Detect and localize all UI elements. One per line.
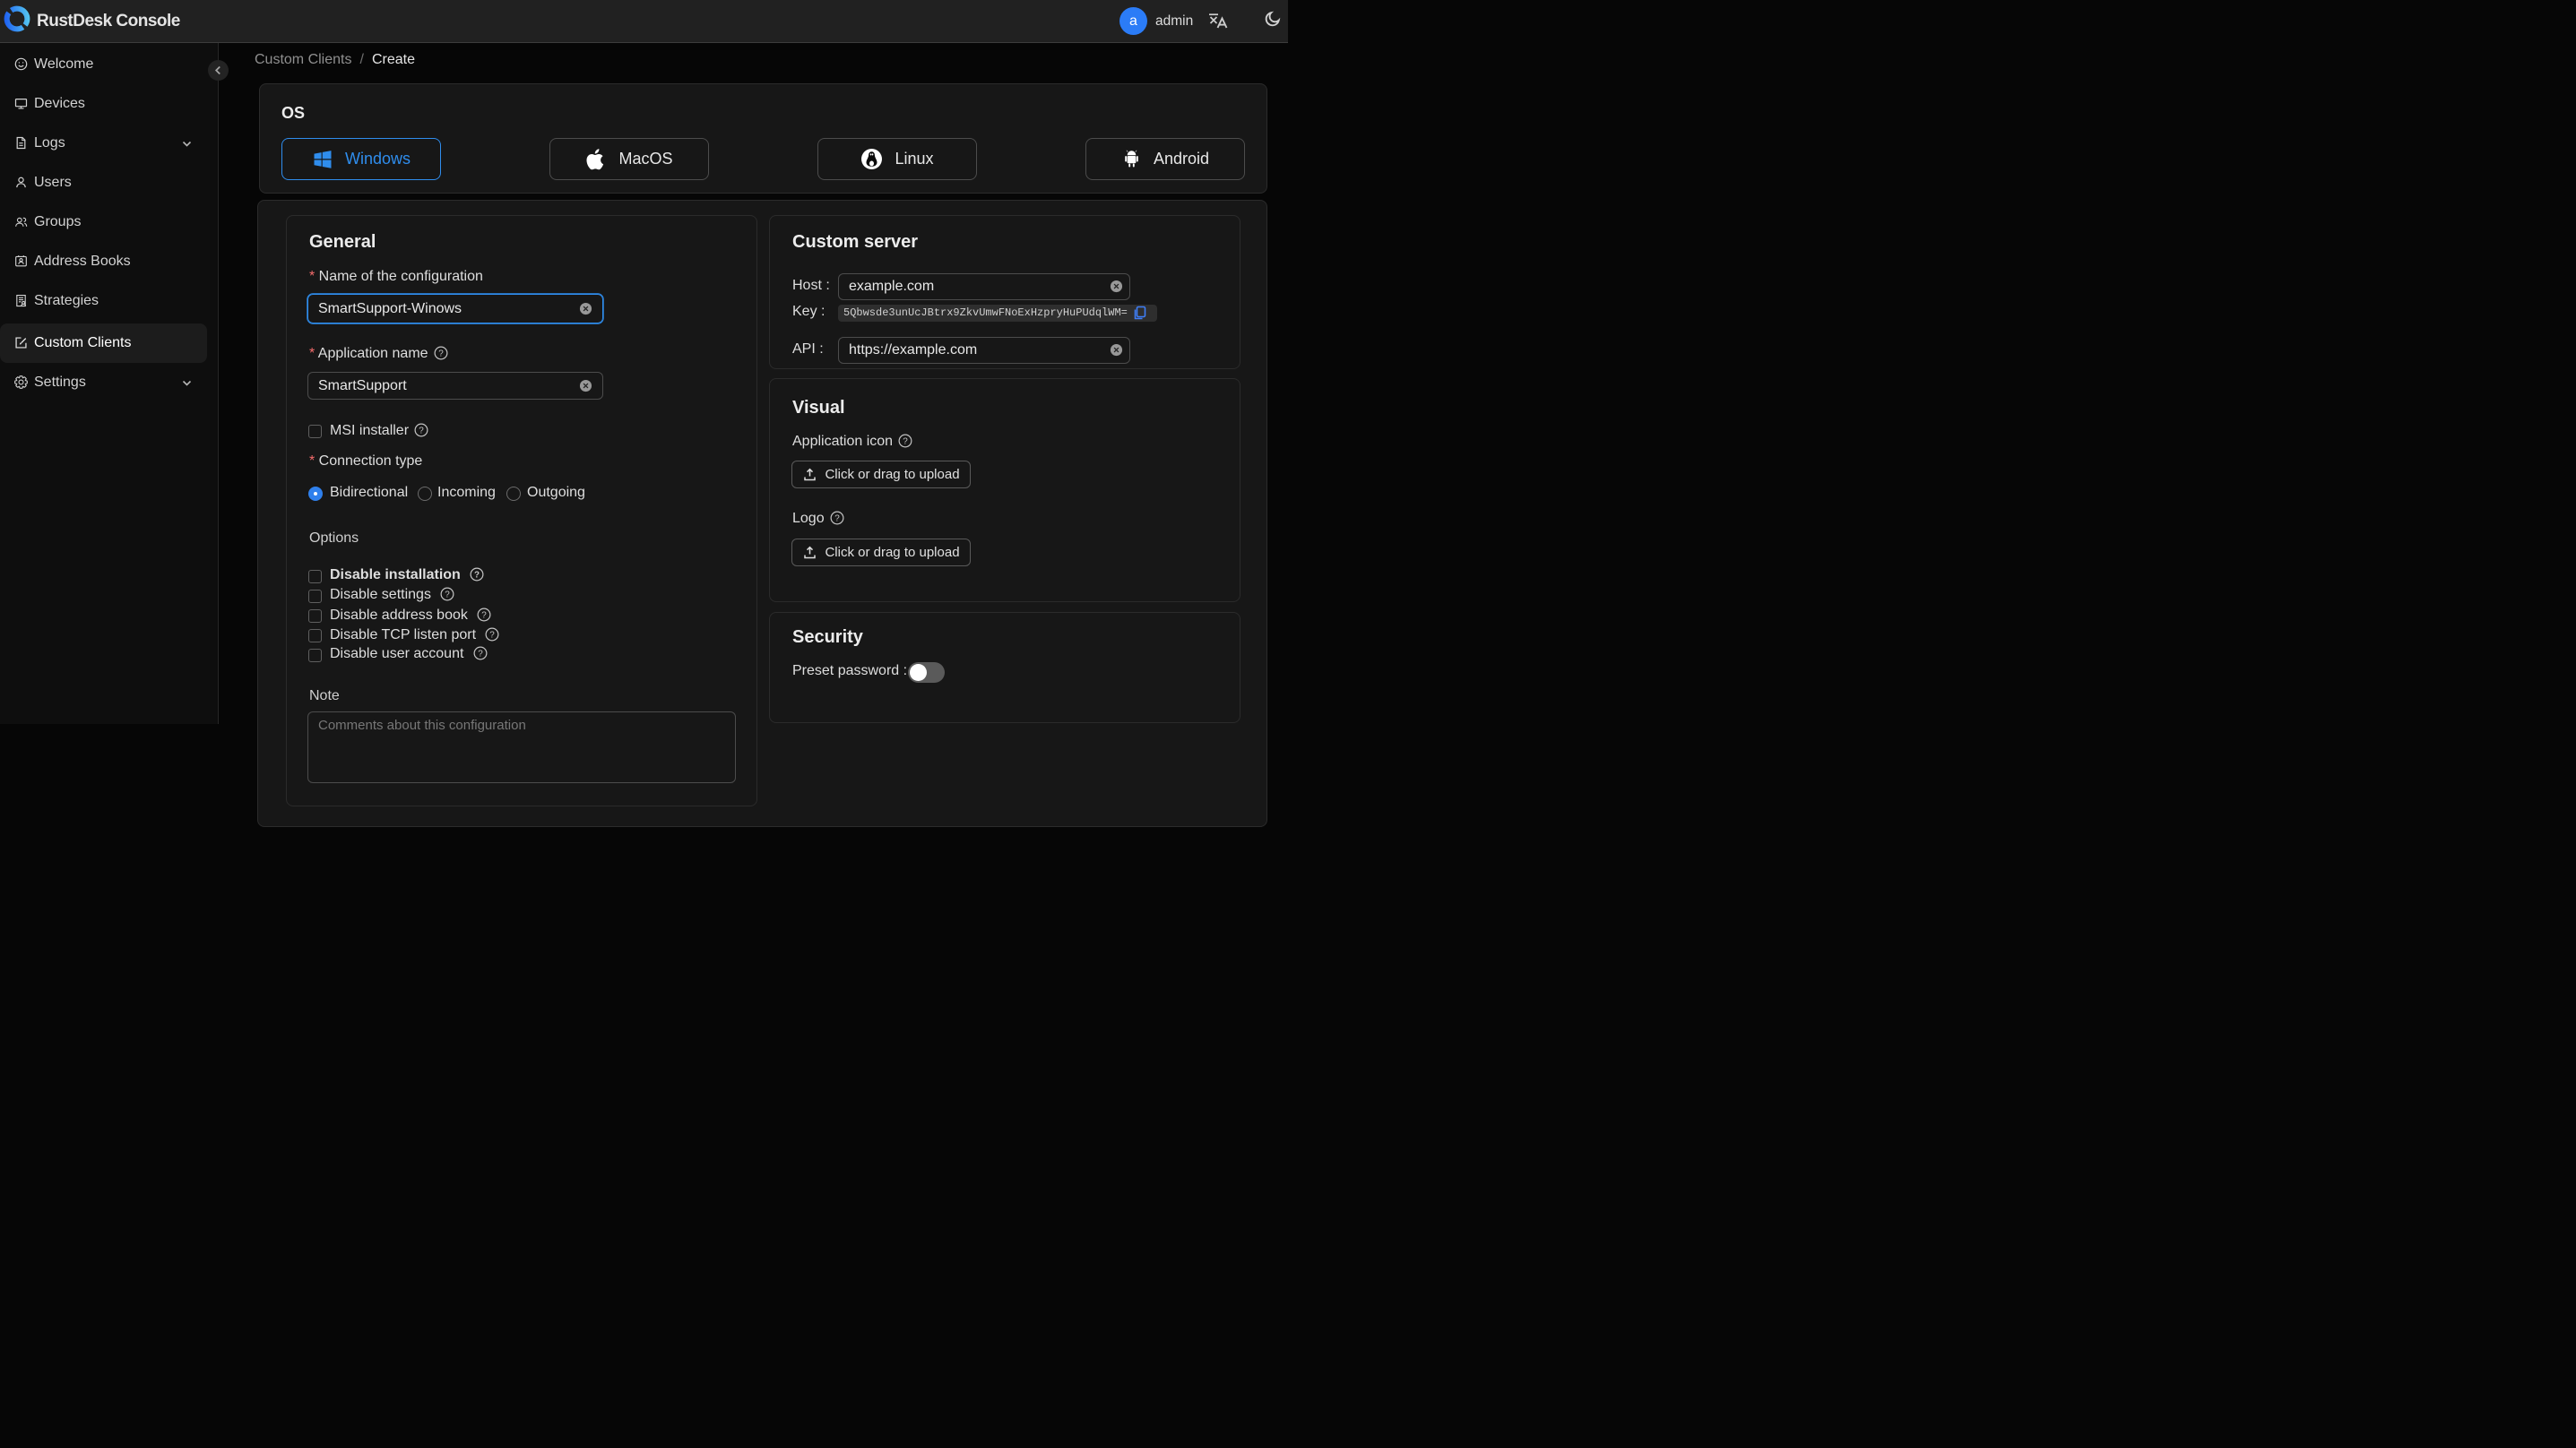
svg-text:?: ? — [419, 426, 424, 435]
svg-text:?: ? — [478, 649, 483, 659]
svg-text:?: ? — [903, 436, 908, 446]
svg-text:?: ? — [474, 570, 480, 580]
svg-text:?: ? — [482, 610, 488, 620]
svg-text:?: ? — [438, 349, 444, 358]
svg-text:?: ? — [490, 630, 496, 640]
svg-text:?: ? — [445, 590, 451, 599]
svg-text:?: ? — [834, 513, 840, 523]
